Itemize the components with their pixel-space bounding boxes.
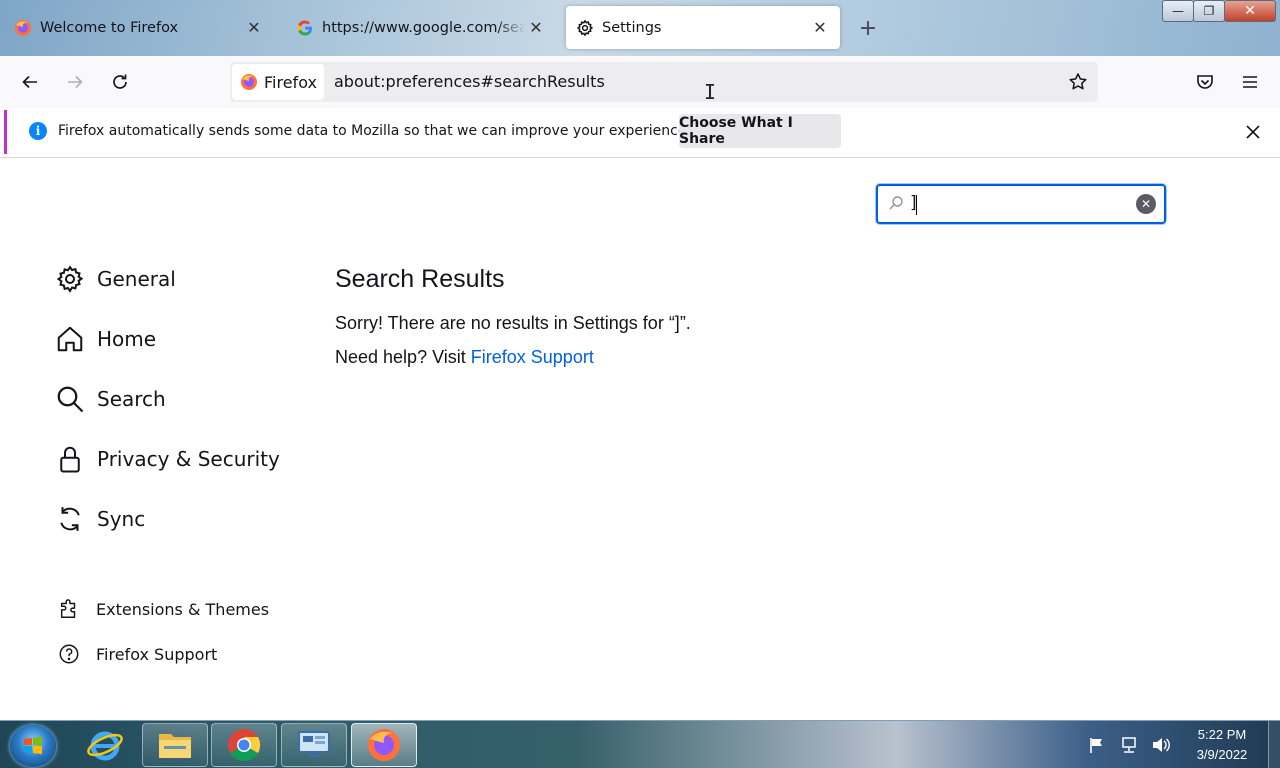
close-icon[interactable] — [1241, 120, 1265, 144]
remote-desktop-button[interactable] — [281, 723, 347, 767]
menu-button[interactable] — [1236, 68, 1264, 96]
windows-taskbar: 5:22 PM 3/9/2022 — [0, 720, 1280, 768]
sidebar-item-label: Search — [97, 387, 166, 411]
search-icon — [888, 195, 904, 215]
close-icon[interactable]: ✕ — [526, 18, 546, 38]
star-icon — [1069, 73, 1087, 90]
clear-search-icon[interactable]: ✕ — [1136, 194, 1156, 214]
search-icon — [54, 383, 86, 415]
sidebar-item-search[interactable]: Search — [54, 381, 166, 417]
back-arrow-icon — [22, 75, 37, 89]
back-button[interactable] — [16, 68, 44, 96]
telemetry-notification-bar: i Firefox automatically sends some data … — [4, 110, 1280, 154]
gear-icon — [576, 19, 594, 37]
internet-explorer-button[interactable] — [72, 723, 138, 767]
minimize-button[interactable]: — — [1162, 0, 1194, 22]
firefox-icon — [241, 74, 257, 90]
help-line: Need help? Visit Firefox Support — [335, 347, 594, 368]
sidebar-extensions-themes[interactable]: Extensions & Themes — [56, 595, 269, 623]
show-desktop-button[interactable] — [1268, 721, 1280, 768]
tab-welcome[interactable]: Welcome to Firefox ✕ — [4, 6, 274, 49]
clock-time: 5:22 PM — [1197, 727, 1247, 742]
volume-icon[interactable] — [1150, 735, 1172, 755]
taskbar-clock[interactable]: 5:22 PM 3/9/2022 — [1186, 725, 1258, 765]
clock-date: 3/9/2022 — [1196, 747, 1248, 762]
window-controls: — ❐ ✕ — [1162, 0, 1276, 22]
remote-desktop-icon — [298, 731, 330, 757]
sidebar-item-privacy-security[interactable]: Privacy & Security — [54, 441, 280, 477]
forward-arrow-icon — [68, 75, 83, 89]
chrome-button[interactable] — [211, 723, 277, 767]
network-icon[interactable] — [1118, 735, 1140, 755]
close-window-button[interactable]: ✕ — [1224, 0, 1276, 22]
sidebar-item-label: Privacy & Security — [97, 447, 280, 471]
sidebar-item-label: Sync — [97, 507, 146, 531]
notification-text: Firefox automatically sends some data to… — [58, 123, 691, 139]
text-cursor-icon: I — [704, 80, 717, 104]
sidebar-item-general[interactable]: General — [54, 261, 176, 297]
identity-box[interactable]: Firefox — [232, 64, 324, 100]
settings-search-input[interactable]: ] ✕ — [876, 184, 1166, 224]
divider — [0, 157, 1280, 158]
close-icon[interactable]: ✕ — [244, 18, 264, 38]
tab-settings[interactable]: Settings ✕ — [566, 6, 840, 49]
sidebar-firefox-support[interactable]: Firefox Support — [56, 640, 217, 668]
hamburger-menu-icon — [1243, 76, 1257, 88]
sidebar-item-home[interactable]: Home — [54, 321, 156, 357]
no-results-message: Sorry! There are no results in Settings … — [335, 313, 691, 333]
pocket-button[interactable] — [1191, 68, 1219, 96]
close-icon[interactable]: ✕ — [810, 18, 830, 38]
sidebar-footer-label: Extensions & Themes — [96, 599, 270, 619]
lock-icon — [54, 443, 86, 475]
info-icon: i — [29, 122, 47, 140]
tab-title: https://www.google.com/search — [322, 19, 526, 36]
gear-icon — [54, 263, 86, 295]
tab-title: Welcome to Firefox — [40, 19, 179, 36]
reload-icon — [113, 74, 127, 89]
new-tab-button[interactable]: + — [856, 16, 880, 41]
sidebar-item-sync[interactable]: Sync — [54, 501, 145, 537]
start-button[interactable] — [10, 725, 56, 767]
home-icon — [54, 323, 86, 355]
tab-google[interactable]: https://www.google.com/search ✕ — [286, 6, 556, 49]
chrome-icon — [228, 729, 261, 762]
sync-icon — [54, 503, 86, 535]
firefox-support-link[interactable]: Firefox Support — [471, 347, 594, 367]
forward-button[interactable] — [61, 68, 89, 96]
internet-explorer-icon — [87, 731, 123, 761]
identity-label: Firefox — [264, 72, 317, 92]
help-prefix: Need help? Visit — [335, 347, 471, 367]
firefox-taskbar-button[interactable] — [351, 723, 417, 767]
file-explorer-button[interactable] — [142, 723, 208, 767]
bookmark-star-button[interactable] — [1064, 68, 1092, 96]
tab-strip: Welcome to Firefox ✕ https://www.google.… — [0, 0, 1280, 56]
action-center-flag-icon[interactable] — [1086, 735, 1108, 755]
system-tray — [1086, 735, 1172, 755]
puzzle-icon — [56, 596, 82, 622]
windows-logo-icon — [24, 736, 42, 755]
choose-what-i-share-button[interactable]: Choose What I Share — [679, 114, 841, 148]
text-caret — [916, 195, 917, 215]
firefox-icon — [368, 729, 400, 761]
firefox-icon — [14, 19, 32, 37]
sidebar-item-label: Home — [97, 327, 157, 351]
sidebar-item-label: General — [97, 267, 176, 291]
page-title: Search Results — [335, 265, 505, 293]
reload-button[interactable] — [106, 68, 134, 96]
pocket-icon — [1197, 75, 1213, 89]
restore-button[interactable]: ❐ — [1193, 0, 1225, 22]
sidebar-footer-label: Firefox Support — [96, 644, 218, 664]
help-icon — [56, 641, 82, 667]
file-explorer-icon — [159, 734, 191, 758]
google-icon — [296, 19, 314, 37]
url-text[interactable]: about:preferences#searchResults — [334, 72, 605, 91]
tab-title: Settings — [602, 19, 662, 36]
